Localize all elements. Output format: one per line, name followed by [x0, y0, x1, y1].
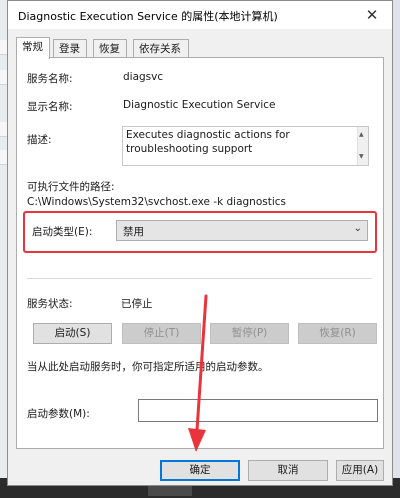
start-button[interactable]: 启动(S): [33, 323, 112, 344]
service-status-label: 服务状态:: [27, 298, 73, 310]
description-box[interactable]: Executes diagnostic actions for troubles…: [122, 126, 369, 166]
service-name-label: 服务名称:: [27, 73, 73, 85]
startup-type-label: 启动类型(E):: [32, 226, 93, 238]
window-title: Diagnostic Execution Service 的属性(本地计算机): [18, 10, 278, 23]
title-bar[interactable]: Diagnostic Execution Service 的属性(本地计算机) …: [8, 1, 392, 29]
tab-dependencies[interactable]: 依存关系: [133, 39, 189, 57]
startup-type-value: 禁用: [123, 226, 144, 238]
executable-path-value: C:\Windows\System32\svchost.exe -k diagn…: [27, 196, 287, 208]
ok-button[interactable]: 确定: [160, 460, 240, 481]
resume-button[interactable]: 恢复(R): [298, 323, 377, 344]
startup-params-input[interactable]: [138, 399, 378, 422]
chevron-down-icon: ⌄: [353, 223, 362, 234]
startup-params-hint: 当从此处启动服务时，你可指定所适用的启动参数。: [27, 361, 269, 373]
scroll-up-icon[interactable]: ▲: [359, 128, 364, 142]
service-properties-dialog: Diagnostic Execution Service 的属性(本地计算机) …: [7, 0, 393, 486]
display-name-label: 显示名称:: [27, 101, 73, 113]
display-name-value: Diagnostic Execution Service: [123, 99, 276, 111]
service-status-value: 已停止: [121, 298, 153, 310]
startup-params-label: 启动参数(M):: [27, 408, 90, 420]
description-text: Executes diagnostic actions for troubles…: [126, 129, 290, 155]
tab-logon[interactable]: 登录: [53, 39, 87, 57]
divider: [27, 278, 372, 279]
general-tab-panel: 服务名称: diagsvc 显示名称: Diagnostic Execution…: [16, 57, 384, 449]
close-icon[interactable]: ✕: [352, 1, 392, 29]
apply-button[interactable]: 应用(A): [336, 460, 384, 481]
tab-recovery[interactable]: 恢复: [93, 39, 127, 57]
tab-general[interactable]: 常规: [16, 37, 50, 59]
cancel-button[interactable]: 取消: [248, 460, 328, 481]
description-label: 描述:: [27, 134, 52, 146]
pause-button[interactable]: 暂停(P): [210, 323, 289, 344]
description-scrollbar[interactable]: ▲ ▼: [357, 127, 368, 165]
startup-type-select[interactable]: 禁用 ⌄: [116, 220, 368, 241]
scroll-down-icon[interactable]: ▼: [359, 150, 364, 164]
service-name-value: diagsvc: [123, 71, 164, 83]
executable-path-label: 可执行文件的路径:: [27, 181, 115, 193]
stop-button[interactable]: 停止(T): [122, 323, 201, 344]
